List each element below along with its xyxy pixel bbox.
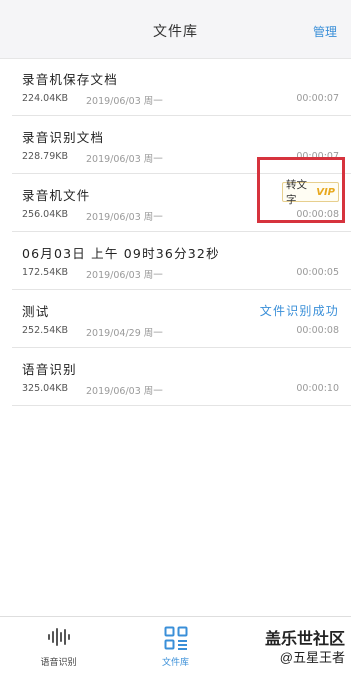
waveform-icon: [46, 626, 72, 652]
watermark-line2: @五星王者: [279, 650, 345, 665]
file-size: 172.54KB: [22, 267, 68, 278]
page-title: 文件库: [153, 24, 198, 40]
file-name: 录音机文件: [22, 188, 91, 203]
file-list: 录音机保存文档 224.04KB 2019/06/03 周一 00:00:07 …: [0, 58, 351, 406]
tab-label: 语音识别: [40, 658, 77, 668]
file-date: 2019/06/03 周一: [86, 96, 163, 107]
file-duration: 00:00:10: [296, 383, 339, 394]
file-date: 2019/06/03 周一: [86, 154, 163, 165]
file-size: 224.04KB: [22, 93, 68, 104]
list-item[interactable]: 06月03日 上午 09时36分32秒 172.54KB 2019/06/03 …: [12, 232, 351, 290]
list-item[interactable]: 录音机保存文档 224.04KB 2019/06/03 周一 00:00:07: [12, 58, 351, 116]
file-size: 252.54KB: [22, 325, 68, 336]
file-size: 256.04KB: [22, 209, 68, 220]
file-library-icon: [164, 626, 188, 654]
top-bar: 文件库 管理: [0, 0, 351, 59]
file-name: 语音识别: [22, 362, 77, 377]
list-item[interactable]: 测试 文件识别成功 252.54KB 2019/04/29 周一 00:00:0…: [12, 290, 351, 348]
file-name: 录音机保存文档: [22, 72, 118, 87]
tab-file-library[interactable]: 文件库: [117, 617, 234, 680]
watermark-line1: 盖乐世社区: [264, 631, 345, 648]
manage-button[interactable]: 管理: [313, 23, 337, 40]
file-size: 325.04KB: [22, 383, 68, 394]
recognition-status: 文件识别成功: [259, 304, 339, 318]
file-duration: 00:00:08: [296, 325, 339, 336]
file-size: 228.79KB: [22, 151, 68, 162]
file-date: 2019/04/29 周一: [86, 328, 163, 339]
watermark: 盖乐世社区 @五星王者: [264, 631, 345, 665]
file-name: 测试: [22, 304, 50, 319]
list-item[interactable]: 语音识别 325.04KB 2019/06/03 周一 00:00:10: [12, 348, 351, 406]
highlight-box: [257, 157, 345, 223]
file-date: 2019/06/03 周一: [86, 270, 163, 281]
file-date: 2019/06/03 周一: [86, 212, 163, 223]
file-duration: 00:00:05: [296, 267, 339, 278]
tab-speech-recognition[interactable]: 语音识别: [0, 617, 117, 680]
file-duration: 00:00:07: [296, 93, 339, 104]
tab-label: 文件库: [161, 658, 189, 668]
file-name: 录音识别文档: [22, 130, 105, 145]
file-date: 2019/06/03 周一: [86, 386, 163, 397]
file-name: 06月03日 上午 09时36分32秒: [22, 246, 220, 261]
